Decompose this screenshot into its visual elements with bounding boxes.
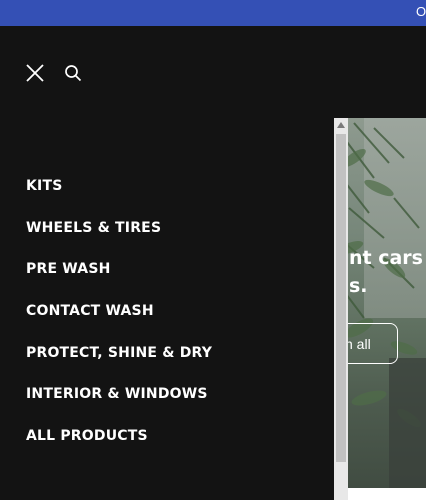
menu-item-kits[interactable]: KITS xyxy=(26,178,212,220)
menu-item-label[interactable]: CONTACT WASH xyxy=(26,303,154,319)
menu-item-wheels-tires[interactable]: WHEELS & TIRES xyxy=(26,220,212,262)
menu-item-label[interactable]: KITS xyxy=(26,178,63,194)
hero-button-label: n all xyxy=(345,335,371,352)
scroll-up-arrow[interactable] xyxy=(334,118,348,132)
menu-item-label[interactable]: PROTECT, SHINE & DRY xyxy=(26,345,212,361)
page: O nt cars s s. n all xyxy=(0,0,426,500)
menu-item-protect-shine-dry[interactable]: PROTECT, SHINE & DRY xyxy=(26,345,212,387)
search-button[interactable] xyxy=(60,60,86,86)
menu-item-label[interactable]: WHEELS & TIRES xyxy=(26,220,161,236)
scrollbar-thumb[interactable] xyxy=(336,134,346,462)
menu-item-label[interactable]: ALL PRODUCTS xyxy=(26,428,148,444)
announcement-text: O xyxy=(416,4,426,19)
menu-drawer: KITS WHEELS & TIRES PRE WASH CONTACT WAS… xyxy=(0,26,334,500)
menu-item-label[interactable]: PRE WASH xyxy=(26,261,111,277)
search-icon xyxy=(65,65,82,82)
menu-item-pre-wash[interactable]: PRE WASH xyxy=(26,261,212,303)
hero-heading-line-2: s. xyxy=(349,275,368,297)
menu-item-interior-windows[interactable]: INTERIOR & WINDOWS xyxy=(26,386,212,428)
menu-item-label[interactable]: INTERIOR & WINDOWS xyxy=(26,386,208,402)
hero-heading-line-1: nt cars s xyxy=(349,247,426,269)
close-icon xyxy=(26,64,44,82)
drawer-menu: KITS WHEELS & TIRES PRE WASH CONTACT WAS… xyxy=(26,178,212,470)
announcement-bar: O xyxy=(0,0,426,26)
close-button[interactable] xyxy=(22,60,48,86)
triangle-up-icon xyxy=(337,122,345,128)
content-edge xyxy=(348,488,426,500)
scrollbar[interactable] xyxy=(334,118,348,500)
menu-item-contact-wash[interactable]: CONTACT WASH xyxy=(26,303,212,345)
menu-item-all-products[interactable]: ALL PRODUCTS xyxy=(26,428,212,470)
